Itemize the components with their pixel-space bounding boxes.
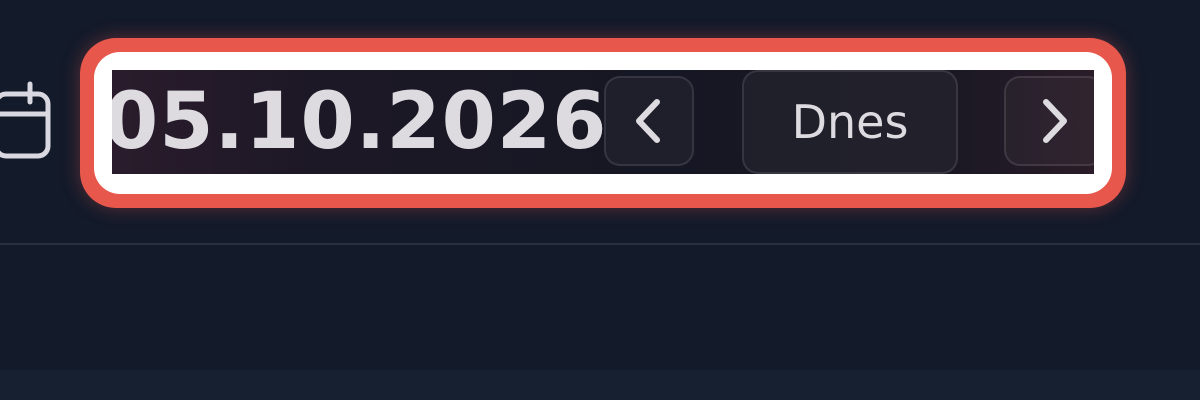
page: 05.10.2026 Dnes bbox=[0, 0, 1200, 400]
previous-day-button[interactable] bbox=[604, 76, 694, 166]
chevron-left-icon bbox=[636, 99, 660, 143]
calendar-icon[interactable] bbox=[0, 80, 54, 164]
content-area-top bbox=[0, 370, 1200, 400]
today-button-label: Dnes bbox=[791, 95, 909, 149]
today-button[interactable]: Dnes bbox=[742, 70, 958, 174]
next-day-button[interactable] bbox=[1004, 76, 1094, 166]
header-divider bbox=[0, 243, 1200, 245]
date-navigator: 05.10.2026 Dnes bbox=[112, 70, 1094, 174]
chevron-right-icon bbox=[1043, 99, 1067, 143]
current-date[interactable]: 05.10.2026 bbox=[112, 70, 607, 174]
